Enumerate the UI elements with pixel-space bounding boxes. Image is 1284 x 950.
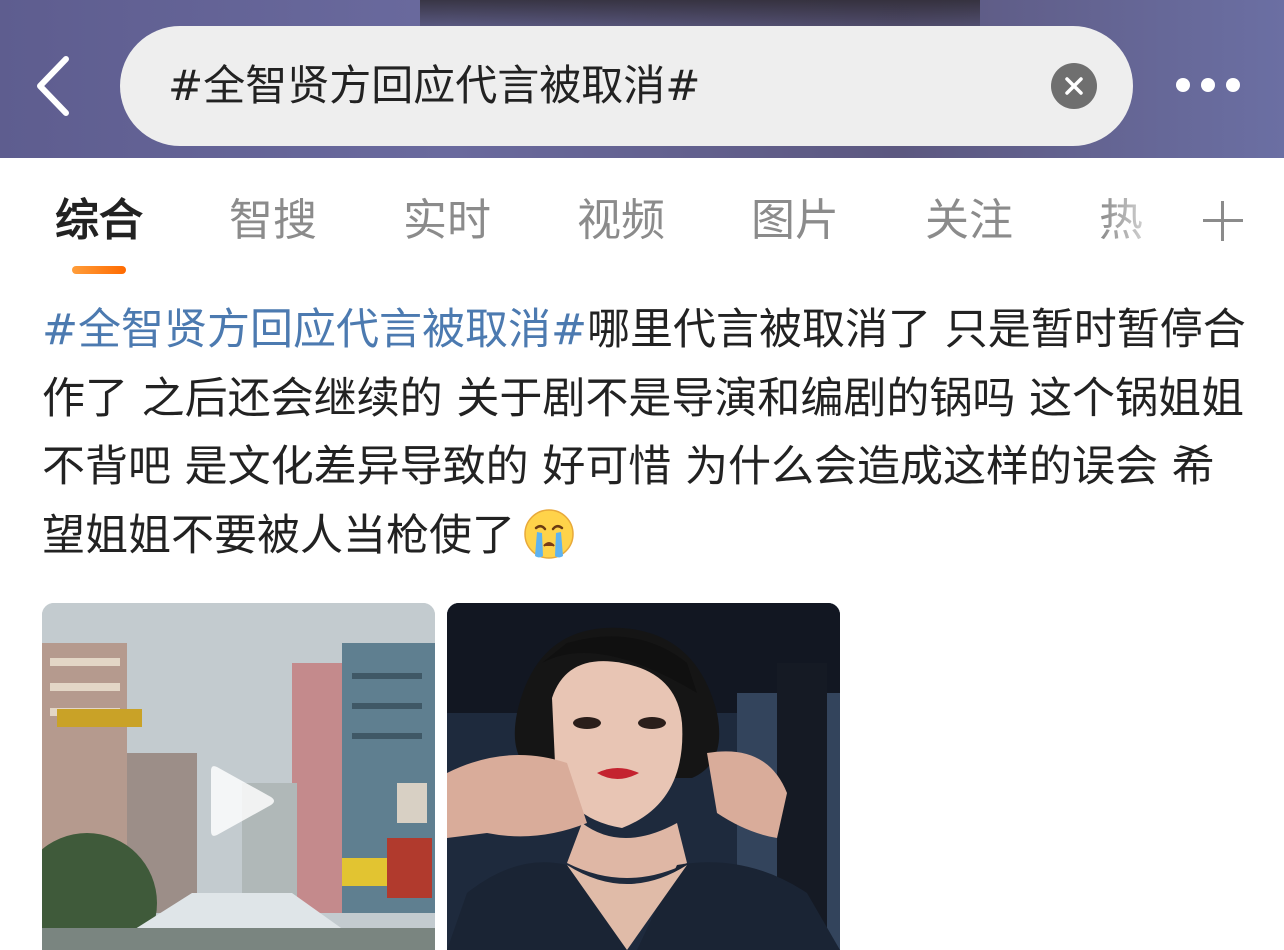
play-icon[interactable] bbox=[207, 761, 277, 841]
video-thumbnail[interactable] bbox=[42, 603, 435, 950]
active-tab-indicator bbox=[72, 266, 126, 274]
top-bar: #全智贤方回应代言被取消# bbox=[0, 0, 1284, 158]
tab-smart-search[interactable]: 智搜 bbox=[229, 196, 317, 246]
clear-icon[interactable] bbox=[1051, 63, 1097, 109]
portrait-photo-image bbox=[447, 603, 840, 950]
post-content: #全智贤方回应代言被取消#哪里代言被取消了 只是暂时暂停合作了 之后还会继续的 … bbox=[42, 296, 1247, 570]
tab-realtime[interactable]: 实时 bbox=[403, 196, 491, 246]
tab-video[interactable]: 视频 bbox=[577, 196, 665, 246]
add-tab-icon[interactable] bbox=[1203, 201, 1243, 241]
search-input[interactable]: #全智贤方回应代言被取消# bbox=[120, 26, 1133, 146]
back-arrow-icon[interactable] bbox=[30, 55, 80, 117]
tab-images[interactable]: 图片 bbox=[751, 196, 839, 246]
tab-following[interactable]: 关注 bbox=[925, 196, 1013, 246]
tab-fade-overlay bbox=[1100, 188, 1200, 258]
more-options-icon[interactable] bbox=[1170, 70, 1250, 102]
photo-thumbnail[interactable] bbox=[447, 603, 840, 950]
search-tabs: 综合 智搜 实时 视频 图片 关注 热 bbox=[0, 158, 1284, 282]
tab-comprehensive[interactable]: 综合 bbox=[55, 196, 143, 246]
crying-face-icon bbox=[523, 508, 575, 560]
post-hashtag-link[interactable]: #全智贤方回应代言被取消# bbox=[42, 305, 587, 355]
search-query-text[interactable]: #全智贤方回应代言被取消# bbox=[168, 26, 700, 146]
